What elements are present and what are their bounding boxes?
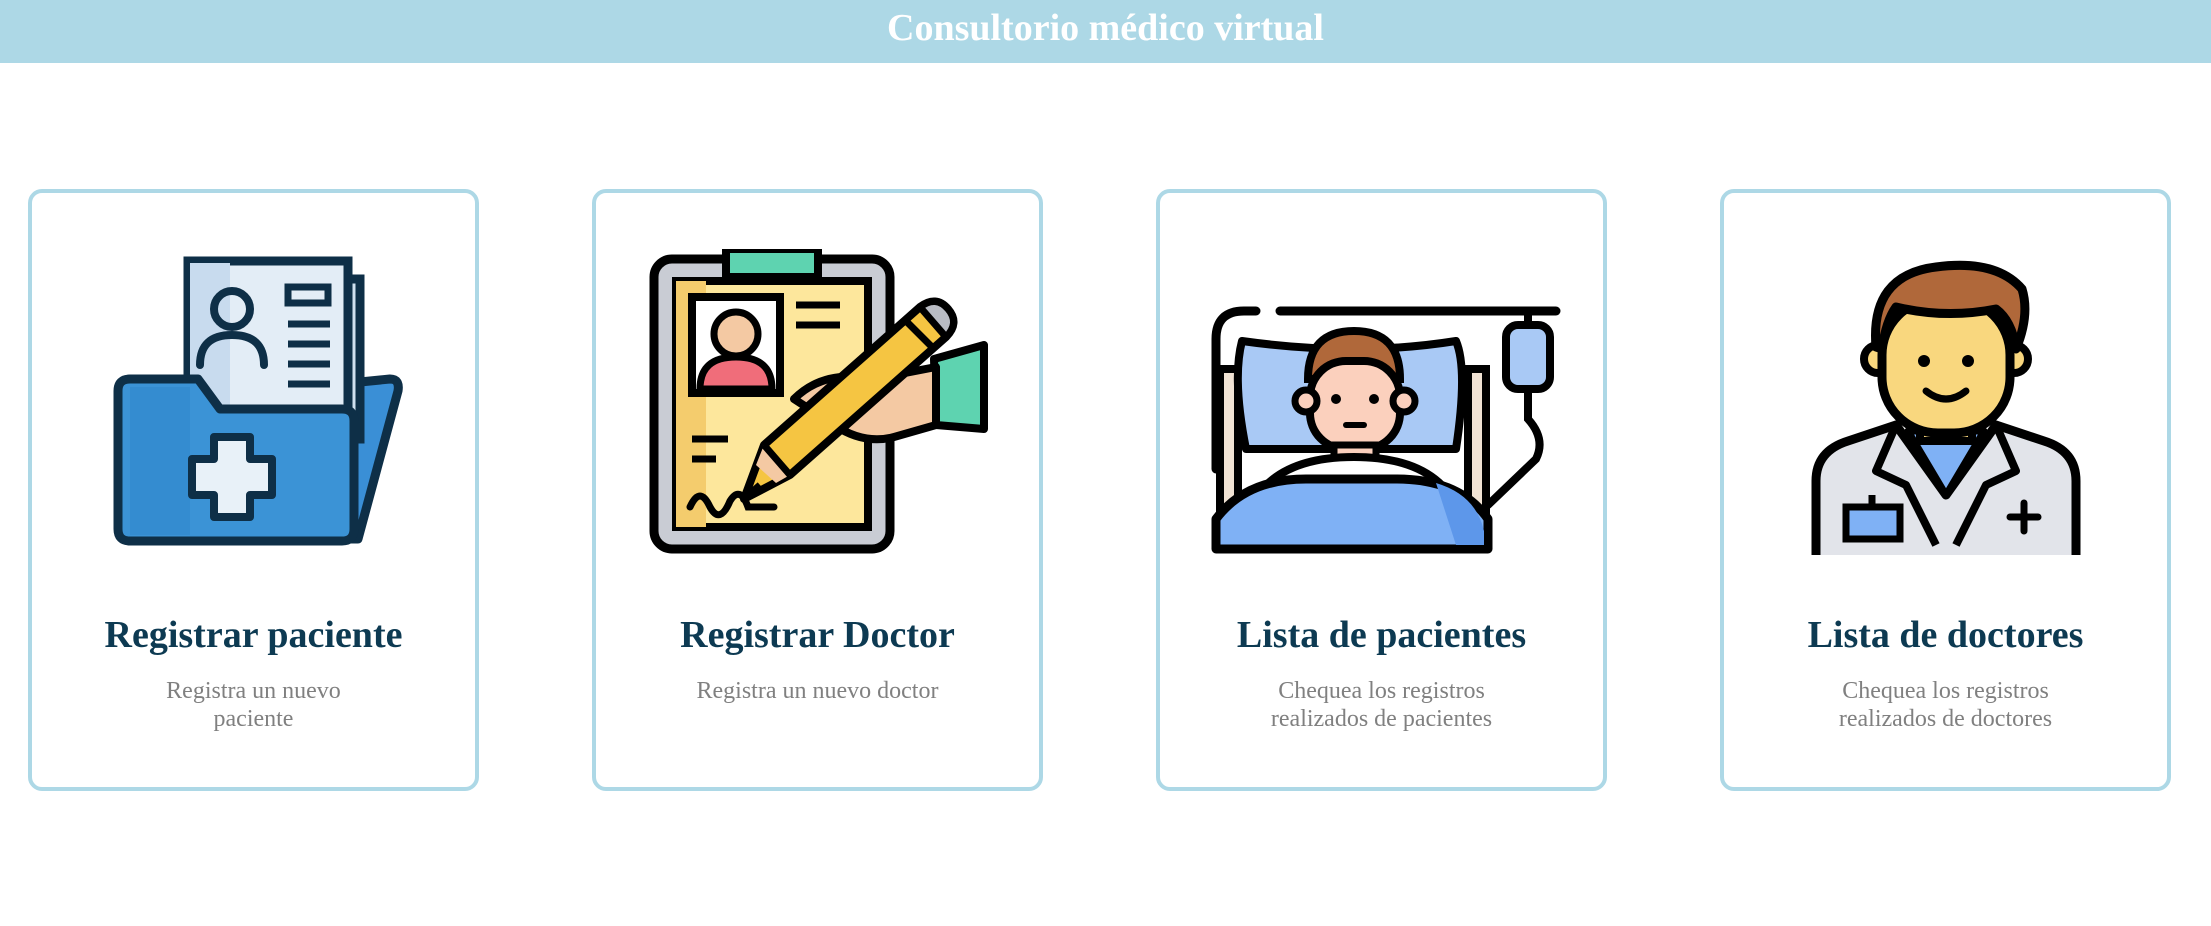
card-description: Chequea los registros realizados de doct… <box>1838 678 2053 732</box>
card-description: Registra un nuevo paciente <box>166 678 341 732</box>
card-title: Lista de doctores <box>1807 614 2084 656</box>
patient-in-bed-icon <box>1160 193 1603 593</box>
card-description: Chequea los registros realizados de paci… <box>1270 678 1493 732</box>
card-description: Registra un nuevo doctor <box>696 678 939 704</box>
page-title: Consultorio médico virtual <box>887 6 1324 49</box>
card-registrar-paciente[interactable]: Registrar paciente Registra un nuevo pac… <box>28 189 479 791</box>
doctor-icon <box>1724 193 2167 593</box>
clipboard-register-icon <box>596 193 1039 593</box>
card-registrar-doctor[interactable]: Registrar Doctor Registra un nuevo docto… <box>592 189 1043 791</box>
app-header: Consultorio médico virtual <box>0 0 2211 63</box>
card-lista-pacientes[interactable]: Lista de pacientes Chequea los registros… <box>1156 189 1607 791</box>
patient-folder-icon <box>32 193 475 593</box>
card-lista-doctores[interactable]: Lista de doctores Chequea los registros … <box>1720 189 2171 791</box>
card-title: Lista de pacientes <box>1236 614 1527 656</box>
card-title: Registrar paciente <box>104 614 403 656</box>
card-title: Registrar Doctor <box>680 614 955 656</box>
